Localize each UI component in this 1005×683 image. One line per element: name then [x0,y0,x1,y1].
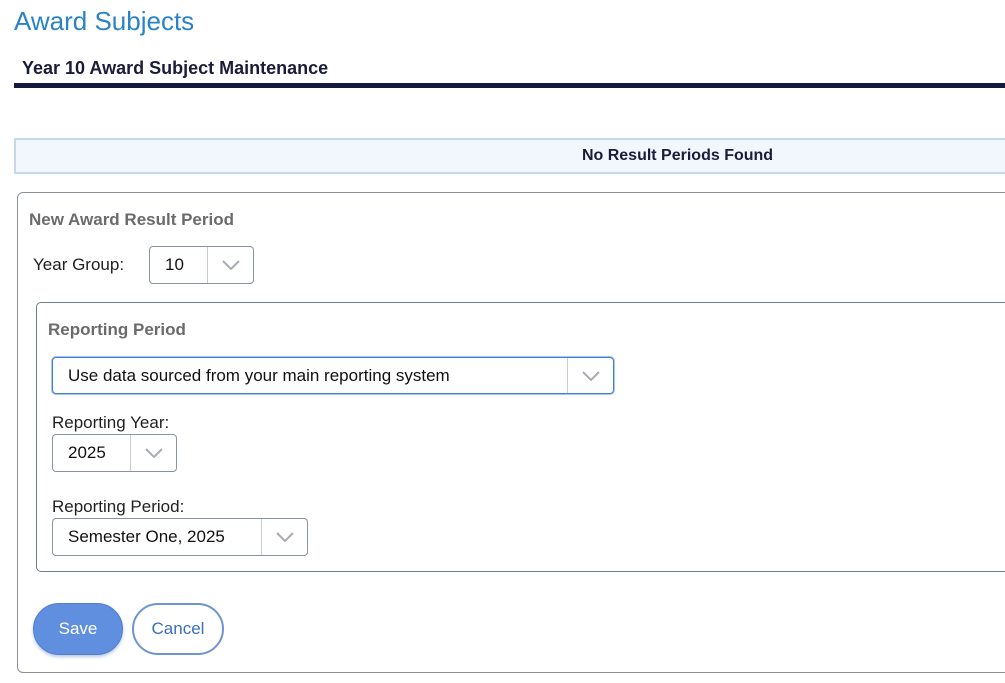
chevron-down-icon[interactable] [207,247,253,283]
section-divider [14,83,1005,88]
cancel-button[interactable]: Cancel [132,603,224,655]
reporting-period-legend: Reporting Period [48,320,186,339]
reporting-year-value: 2025 [68,443,106,462]
data-source-select[interactable]: Use data sourced from your main reportin… [52,357,614,394]
year-group-value: 10 [165,255,184,274]
reporting-period-label: Reporting Period: [52,497,185,516]
panel-legend: New Award Result Period [29,210,234,229]
reporting-year-select[interactable]: 2025 [52,434,177,472]
chevron-down-icon[interactable] [567,358,613,393]
reporting-period-select[interactable]: Semester One, 2025 [52,518,308,556]
year-group-label: Year Group: [33,255,125,274]
reporting-year-label: Reporting Year: [52,413,170,432]
section-heading: Year 10 Award Subject Maintenance [22,58,329,78]
chevron-down-icon[interactable] [130,435,176,471]
save-button[interactable]: Save [33,603,123,655]
year-group-select[interactable]: 10 [149,246,254,284]
chevron-down-icon[interactable] [261,519,307,555]
reporting-period-value: Semester One, 2025 [68,527,225,546]
data-source-value: Use data sourced from your main reportin… [68,365,450,385]
page: Award Subjects Year 10 Award Subject Mai… [0,0,1005,683]
no-results-notice: No Result Periods Found [14,138,1005,174]
page-title: Award Subjects [14,6,195,36]
notice-text: No Result Periods Found [581,147,774,164]
